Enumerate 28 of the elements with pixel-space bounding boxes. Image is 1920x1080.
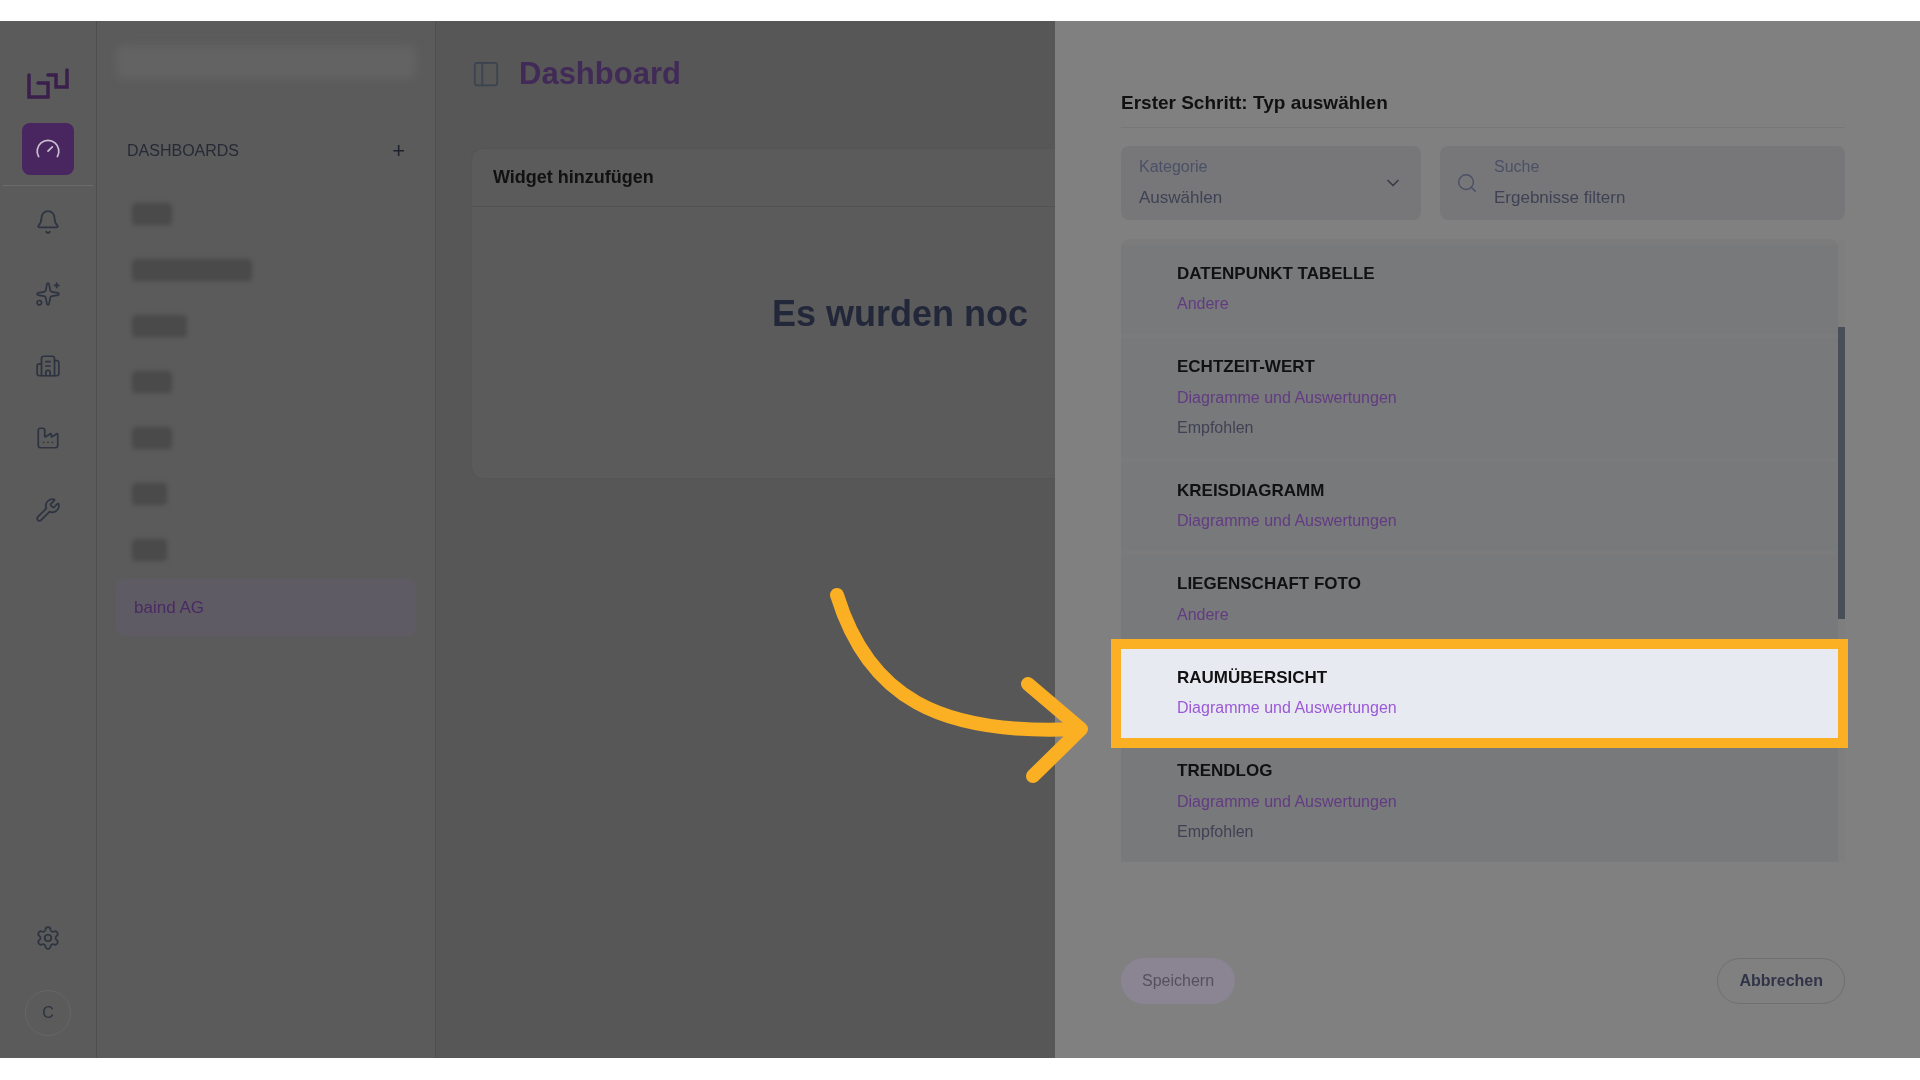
nav-button[interactable] bbox=[22, 123, 74, 175]
sparkles-icon bbox=[35, 281, 61, 307]
factory-icon bbox=[35, 425, 61, 451]
recommended-label: Empfohlen bbox=[1177, 821, 1255, 842]
type-name: LIEGENSCHAFT FOTO bbox=[1177, 573, 1362, 595]
search-icon bbox=[1456, 171, 1478, 194]
recommended-label: Empfohlen bbox=[1177, 417, 1255, 438]
field-placeholder: Auswählen bbox=[1139, 186, 1223, 209]
card-title: Widget hinzufügen bbox=[493, 165, 654, 189]
type-category: Diagramme und Auswertungen bbox=[1177, 511, 1398, 531]
type-name: ECHTZEIT-WERT bbox=[1177, 356, 1316, 378]
type-category: Andere bbox=[1177, 294, 1230, 314]
building-icon bbox=[35, 353, 61, 379]
add-button[interactable]: + bbox=[392, 140, 405, 162]
type-name: TRENDLOG bbox=[1177, 760, 1274, 782]
type-category: Diagramme und Auswertungen bbox=[1177, 698, 1398, 718]
field-placeholder: Ergebnisse filtern bbox=[1494, 186, 1626, 209]
type-category: Diagramme und Auswertungen bbox=[1177, 387, 1398, 408]
bell-icon bbox=[35, 209, 61, 235]
type-category: Diagramme und Auswertungen bbox=[1177, 791, 1398, 812]
settings-icon bbox=[35, 925, 61, 951]
step-title: Erster Schritt: Typ auswählen bbox=[1121, 89, 1845, 128]
empty-message: Es wurden noc bbox=[772, 292, 1029, 334]
type-name: KREISDIAGRAMM bbox=[1177, 479, 1326, 502]
type-name: DATENPUNKT TABELLE bbox=[1177, 262, 1376, 285]
type-name: RAUMÜBERSICHT bbox=[1177, 666, 1329, 689]
wrench-icon bbox=[35, 497, 61, 523]
type-category: Andere bbox=[1177, 604, 1230, 625]
